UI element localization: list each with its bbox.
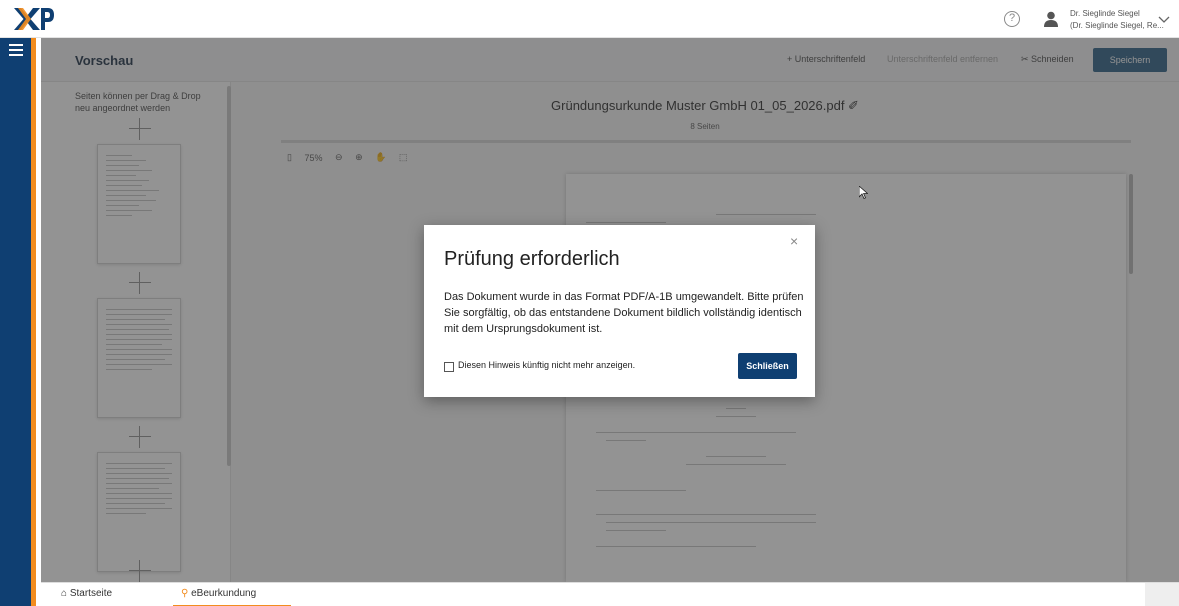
- close-button[interactable]: Schließen: [738, 353, 797, 379]
- tab-label: Startseite: [69, 588, 113, 599]
- app-window: ? Dr. Sieglinde Siegel (Dr. Sieglinde Si…: [0, 0, 1179, 606]
- tab-ebeurkundung[interactable]: ⚲ eBeurkundung: [173, 583, 291, 606]
- dialog-message: Das Dokument wurde in das Format PDF/A-1…: [444, 291, 804, 335]
- close-icon[interactable]: ×: [790, 233, 798, 249]
- menu-icon[interactable]: [9, 44, 23, 56]
- dont-show-again-checkbox[interactable]: [444, 362, 454, 372]
- mouse-cursor-icon: [859, 186, 868, 199]
- dialog-title: Prüfung erforderlich: [444, 248, 620, 270]
- side-nav: [0, 38, 36, 606]
- user-name[interactable]: Dr. Sieglinde Siegel: [1070, 9, 1140, 19]
- taskbar-end: [1145, 583, 1179, 606]
- user-icon[interactable]: [1044, 11, 1058, 27]
- tab-label: eBeurkundung: [191, 588, 257, 599]
- verification-dialog: × Prüfung erforderlich Das Dokument wurd…: [424, 225, 815, 397]
- home-icon: ⌂: [61, 588, 68, 599]
- stamp-icon: ⚲: [181, 588, 189, 599]
- help-icon[interactable]: ?: [1004, 11, 1020, 27]
- tab-startseite[interactable]: ⌂ Startseite: [53, 583, 173, 606]
- user-role[interactable]: (Dr. Sieglinde Siegel, Re...: [1070, 21, 1164, 31]
- top-bar: ? Dr. Sieglinde Siegel (Dr. Sieglinde Si…: [0, 0, 1179, 38]
- dont-show-again-label[interactable]: Diesen Hinweis künftig nicht mehr anzeig…: [458, 360, 635, 370]
- task-bar: ⌂ Startseite ⚲ eBeurkundung: [41, 582, 1179, 606]
- xp-logo: [14, 8, 54, 30]
- chevron-down-icon[interactable]: [1158, 14, 1170, 24]
